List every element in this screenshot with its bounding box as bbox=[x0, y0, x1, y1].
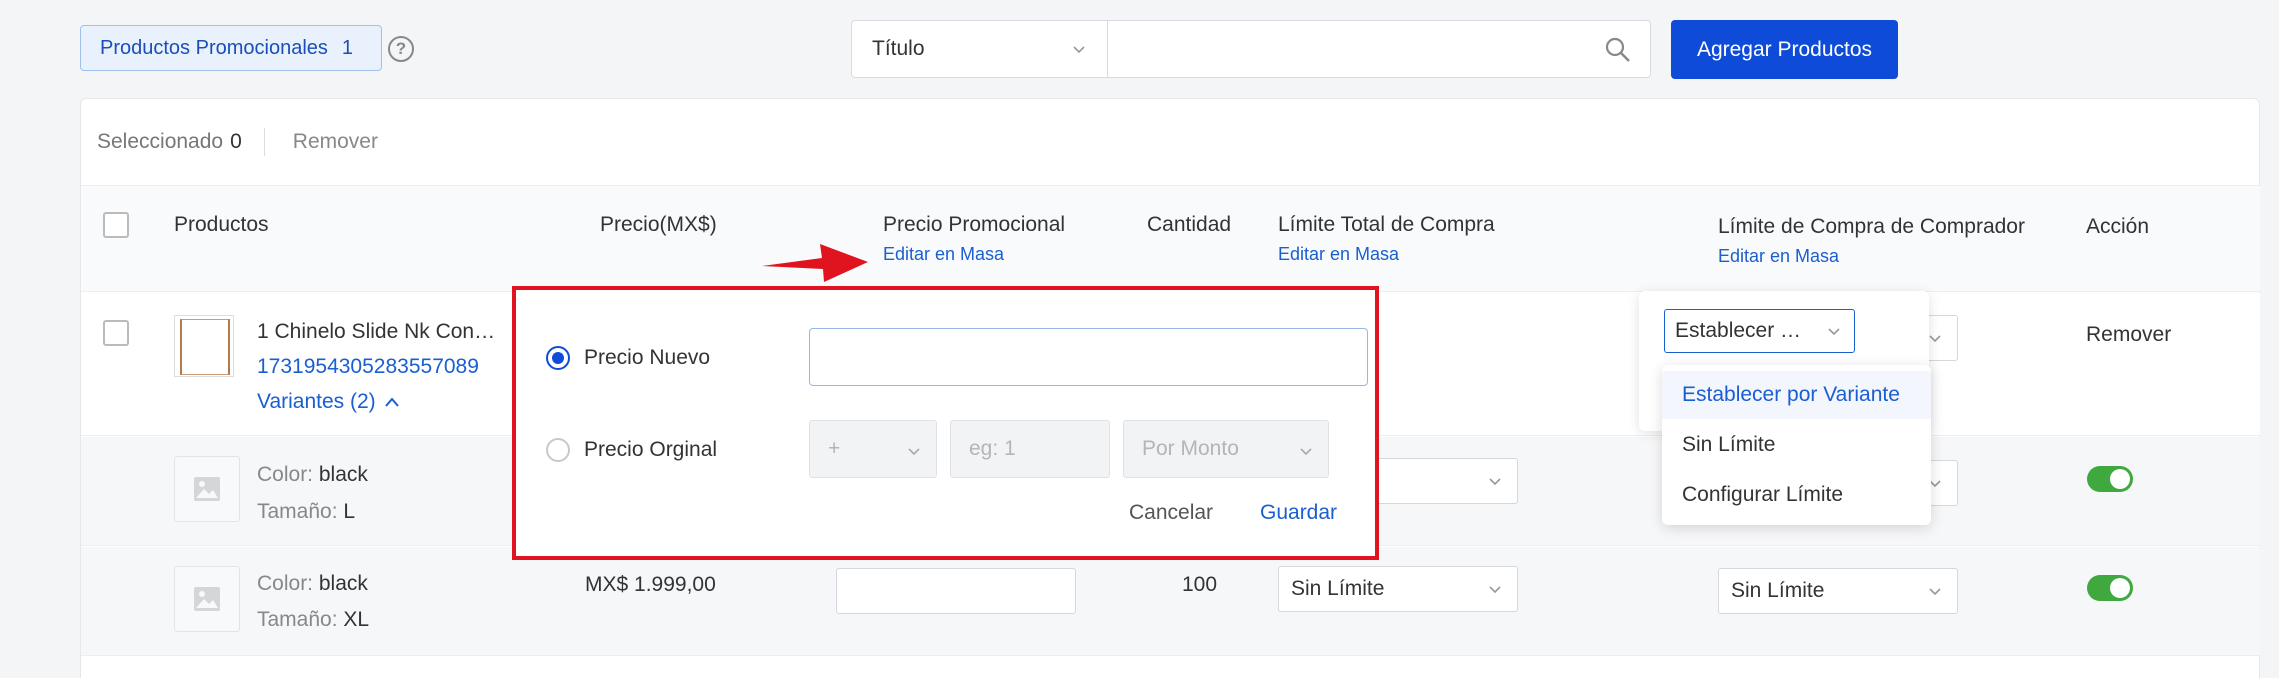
product-id[interactable]: 1731954305283557089 bbox=[257, 355, 479, 379]
operator-value: + bbox=[828, 437, 841, 460]
row-checkbox[interactable] bbox=[103, 320, 129, 346]
variant-color: Color: black bbox=[257, 463, 368, 486]
remove-product-button[interactable]: Remover bbox=[2086, 323, 2171, 347]
operator-select[interactable]: + bbox=[809, 420, 937, 478]
chevron-down-icon bbox=[908, 448, 920, 456]
selected-count: 0 bbox=[230, 130, 242, 153]
chevron-down-icon bbox=[1073, 46, 1085, 54]
chevron-down-icon bbox=[1300, 448, 1312, 456]
selected-label: Seleccionado bbox=[97, 130, 224, 153]
mode-select[interactable]: Por Monto bbox=[1123, 420, 1329, 478]
variant-size: Tamaño: L bbox=[257, 500, 356, 523]
amount-input[interactable]: eg: 1 bbox=[950, 420, 1110, 478]
col-limite-total: Límite Total de Compra bbox=[1278, 213, 1495, 236]
chevron-down-icon bbox=[1929, 335, 1941, 343]
col-productos: Productos bbox=[174, 213, 269, 236]
variants-toggle-label: Variantes (2) bbox=[257, 390, 376, 413]
variant-color: Color: black bbox=[257, 572, 368, 595]
total-limit-select[interactable]: Sin Límite bbox=[1278, 566, 1518, 612]
amount-placeholder: eg: 1 bbox=[969, 437, 1016, 460]
buyer-limit-mode-value: Establecer … bbox=[1675, 319, 1802, 342]
promo-price-bulk-edit-link[interactable]: Editar en Masa bbox=[883, 244, 1004, 265]
search-field-select[interactable]: Título bbox=[851, 20, 1107, 78]
variant-quantity: 100 bbox=[1182, 573, 1218, 596]
menu-item-configurar-limite[interactable]: Configurar Límite bbox=[1662, 471, 1931, 519]
promo-price-input[interactable] bbox=[836, 568, 1076, 614]
bulk-price-popover: Precio Nuevo Precio Orginal + eg: 1 Por … bbox=[512, 286, 1379, 560]
chevron-down-icon bbox=[1929, 588, 1941, 596]
buyer-limit-menu: Establecer por Variante Sin Límite Confi… bbox=[1662, 365, 1931, 525]
menu-item-por-variante[interactable]: Establecer por Variante bbox=[1662, 371, 1931, 419]
menu-item-sin-limite[interactable]: Sin Límite bbox=[1662, 421, 1931, 469]
original-price-radio[interactable] bbox=[546, 438, 570, 462]
mode-value: Por Monto bbox=[1142, 437, 1239, 460]
promo-tag-count: 1 bbox=[341, 36, 354, 59]
search-icon[interactable] bbox=[1604, 36, 1632, 64]
divider bbox=[263, 128, 265, 156]
cancel-button[interactable]: Cancelar bbox=[1129, 501, 1213, 525]
add-products-button[interactable]: Agregar Productos bbox=[1671, 20, 1898, 79]
buyer-limit-mode-select[interactable]: Establecer … bbox=[1664, 309, 1855, 353]
buyer-limit-bulk-edit-link[interactable]: Editar en Masa bbox=[1718, 246, 1839, 267]
promo-products-tag[interactable]: Productos Promocionales 1 bbox=[80, 25, 382, 71]
new-price-label: Precio Nuevo bbox=[584, 346, 711, 369]
chevron-down-icon bbox=[1828, 328, 1840, 336]
search-field-value: Título bbox=[872, 37, 925, 60]
select-all-checkbox[interactable] bbox=[103, 212, 129, 238]
total-limit-bulk-edit-link[interactable]: Editar en Masa bbox=[1278, 244, 1399, 265]
variant-enabled-toggle[interactable] bbox=[2087, 466, 2133, 492]
annotation-arrow-icon bbox=[762, 244, 868, 282]
new-price-input[interactable] bbox=[809, 328, 1368, 386]
image-placeholder-icon bbox=[174, 456, 240, 522]
col-precio-promocional: Precio Promocional bbox=[883, 213, 1066, 236]
chevron-up-icon bbox=[384, 397, 399, 407]
col-cantidad: Cantidad bbox=[1147, 213, 1232, 236]
selection-bar: Seleccionado 0 Remover bbox=[97, 128, 378, 156]
bulk-remove-button[interactable]: Remover bbox=[293, 130, 378, 154]
variant-size: Tamaño: XL bbox=[257, 608, 370, 631]
image-placeholder-icon bbox=[174, 566, 240, 632]
col-precio: Precio(MX$) bbox=[600, 213, 717, 236]
buyer-limit-value: Sin Límite bbox=[1731, 579, 1825, 602]
product-name[interactable]: 1 Chinelo Slide Nk Con… bbox=[257, 320, 495, 344]
variant-price: MX$ 1.999,00 bbox=[585, 573, 716, 596]
save-button[interactable]: Guardar bbox=[1260, 501, 1337, 525]
buyer-limit-select[interactable]: Sin Límite bbox=[1718, 568, 1958, 614]
col-limite-comprador: Límite de Compra de Comprador bbox=[1718, 215, 2025, 238]
product-thumbnail bbox=[174, 315, 234, 377]
variant-enabled-toggle[interactable] bbox=[2087, 575, 2133, 601]
variants-toggle[interactable]: Variantes (2) bbox=[257, 390, 401, 414]
original-price-label: Precio Orginal bbox=[584, 438, 718, 461]
promo-tag-label: Productos Promocionales bbox=[100, 36, 328, 59]
new-price-radio[interactable] bbox=[546, 346, 570, 370]
total-limit-value: Sin Límite bbox=[1291, 577, 1385, 600]
chevron-down-icon bbox=[1489, 586, 1501, 594]
col-accion: Acción bbox=[2086, 215, 2150, 238]
chevron-down-icon bbox=[1489, 478, 1501, 486]
search-input[interactable] bbox=[1107, 20, 1651, 78]
help-icon[interactable]: ? bbox=[388, 36, 414, 62]
